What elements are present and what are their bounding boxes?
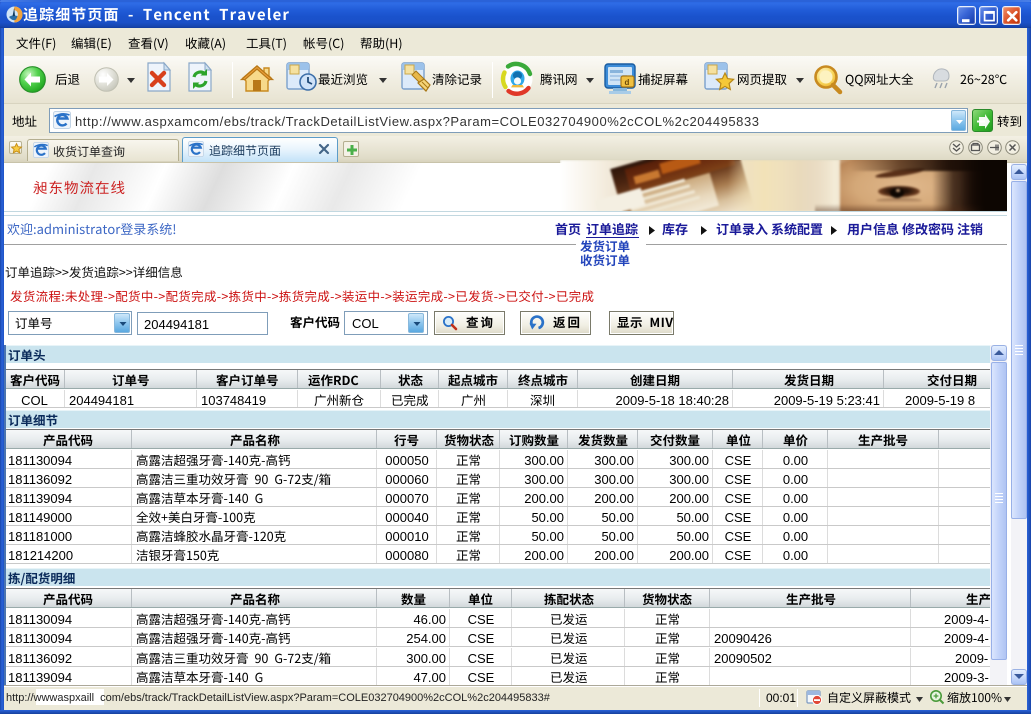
svg-text:d: d: [625, 78, 630, 87]
